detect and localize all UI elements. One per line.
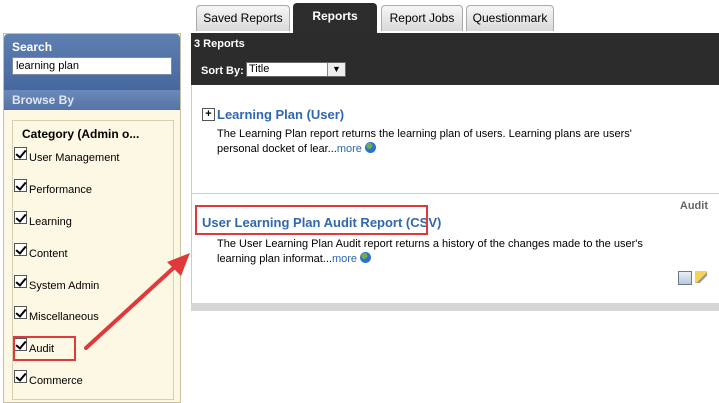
annotation-arrow (84, 253, 190, 350)
